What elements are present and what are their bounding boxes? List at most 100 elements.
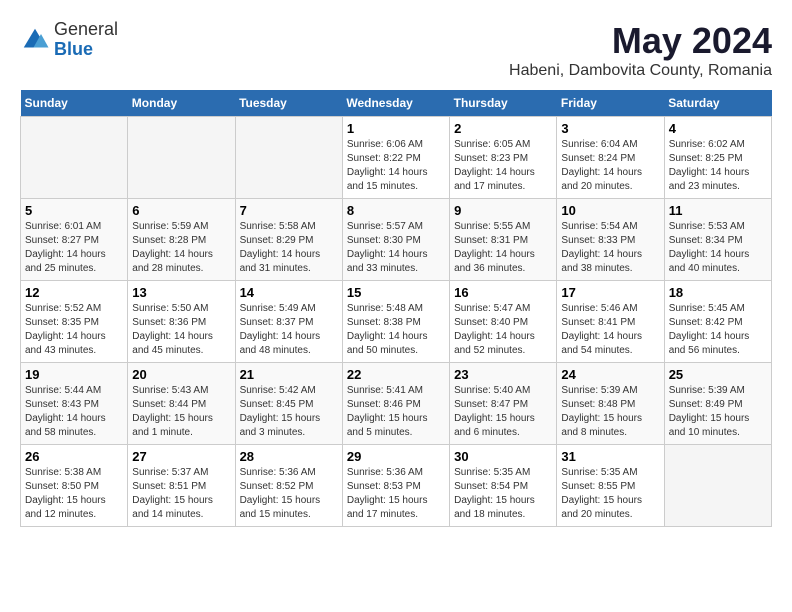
calendar-table: SundayMondayTuesdayWednesdayThursdayFrid… <box>20 90 772 527</box>
calendar-cell: 27 Sunrise: 5:37 AM Sunset: 8:51 PM Dayli… <box>128 445 235 527</box>
calendar-cell: 3Sunrise: 6:04 AM Sunset: 8:24 PM Daylig… <box>557 117 664 199</box>
day-info: Sunrise: 5:43 AM Sunset: 8:44 PM Dayligh… <box>132 384 230 440</box>
week-row-3: 12 Sunrise: 5:52 AM Sunset: 8:35 PM Dayli… <box>21 281 772 363</box>
week-row-5: 26 Sunrise: 5:38 AM Sunset: 8:50 PM Dayli… <box>21 445 772 527</box>
calendar-cell: 30 Sunrise: 5:35 AM Sunset: 8:54 PM Dayli… <box>450 445 557 527</box>
day-info: Sunrise: 5:59 AM Sunset: 8:28 PM Dayligh… <box>132 220 230 276</box>
calendar-cell: 13 Sunrise: 5:50 AM Sunset: 8:36 PM Dayli… <box>128 281 235 363</box>
header-day-monday: Monday <box>128 90 235 117</box>
calendar-cell <box>21 117 128 199</box>
calendar-cell: 20Sunrise: 5:43 AM Sunset: 8:44 PM Dayli… <box>128 363 235 445</box>
calendar-cell: 2 Sunrise: 6:05 AM Sunset: 8:23 PM Daylig… <box>450 117 557 199</box>
day-info: Sunrise: 5:57 AM Sunset: 8:30 PM Dayligh… <box>347 220 445 276</box>
calendar-cell: 11 Sunrise: 5:53 AM Sunset: 8:34 PM Dayli… <box>664 199 771 281</box>
day-number: 3 <box>561 121 659 136</box>
title-area: May 2024 Habeni, Dambovita County, Roman… <box>509 20 772 80</box>
day-info: Sunrise: 5:48 AM Sunset: 8:38 PM Dayligh… <box>347 302 445 358</box>
day-info: Sunrise: 5:37 AM Sunset: 8:51 PM Dayligh… <box>132 466 230 522</box>
day-number: 26 <box>25 449 123 464</box>
calendar-cell <box>128 117 235 199</box>
day-info: Sunrise: 5:52 AM Sunset: 8:35 PM Dayligh… <box>25 302 123 358</box>
day-number: 15 <box>347 285 445 300</box>
calendar-cell: 4Sunrise: 6:02 AM Sunset: 8:25 PM Daylig… <box>664 117 771 199</box>
day-info: Sunrise: 6:01 AM Sunset: 8:27 PM Dayligh… <box>25 220 123 276</box>
day-info: Sunrise: 5:40 AM Sunset: 8:47 PM Dayligh… <box>454 384 552 440</box>
day-number: 10 <box>561 203 659 218</box>
calendar-cell: 10 Sunrise: 5:54 AM Sunset: 8:33 PM Dayli… <box>557 199 664 281</box>
week-row-2: 5 Sunrise: 6:01 AM Sunset: 8:27 PM Daylig… <box>21 199 772 281</box>
day-info: Sunrise: 5:35 AM Sunset: 8:54 PM Dayligh… <box>454 466 552 522</box>
calendar-cell: 15 Sunrise: 5:48 AM Sunset: 8:38 PM Dayli… <box>342 281 449 363</box>
logo-blue-text: Blue <box>54 40 118 60</box>
calendar-cell: 5 Sunrise: 6:01 AM Sunset: 8:27 PM Daylig… <box>21 199 128 281</box>
calendar-cell: 24Sunrise: 5:39 AM Sunset: 8:48 PM Dayli… <box>557 363 664 445</box>
calendar-cell: 22 Sunrise: 5:41 AM Sunset: 8:46 PM Dayli… <box>342 363 449 445</box>
logo: General Blue <box>20 20 118 60</box>
day-number: 21 <box>240 367 338 382</box>
calendar-cell: 21Sunrise: 5:42 AM Sunset: 8:45 PM Dayli… <box>235 363 342 445</box>
day-number: 6 <box>132 203 230 218</box>
day-number: 16 <box>454 285 552 300</box>
day-number: 13 <box>132 285 230 300</box>
header-row: SundayMondayTuesdayWednesdayThursdayFrid… <box>21 90 772 117</box>
day-number: 30 <box>454 449 552 464</box>
calendar-cell: 16 Sunrise: 5:47 AM Sunset: 8:40 PM Dayli… <box>450 281 557 363</box>
header-day-sunday: Sunday <box>21 90 128 117</box>
header-day-friday: Friday <box>557 90 664 117</box>
day-info: Sunrise: 5:41 AM Sunset: 8:46 PM Dayligh… <box>347 384 445 440</box>
day-info: Sunrise: 5:39 AM Sunset: 8:49 PM Dayligh… <box>669 384 767 440</box>
day-info: Sunrise: 5:45 AM Sunset: 8:42 PM Dayligh… <box>669 302 767 358</box>
day-info: Sunrise: 5:44 AM Sunset: 8:43 PM Dayligh… <box>25 384 123 440</box>
day-number: 12 <box>25 285 123 300</box>
calendar-cell: 23Sunrise: 5:40 AM Sunset: 8:47 PM Dayli… <box>450 363 557 445</box>
calendar-cell: 7Sunrise: 5:58 AM Sunset: 8:29 PM Daylig… <box>235 199 342 281</box>
calendar-cell: 9 Sunrise: 5:55 AM Sunset: 8:31 PM Daylig… <box>450 199 557 281</box>
calendar-cell: 6 Sunrise: 5:59 AM Sunset: 8:28 PM Daylig… <box>128 199 235 281</box>
day-info: Sunrise: 5:53 AM Sunset: 8:34 PM Dayligh… <box>669 220 767 276</box>
day-number: 31 <box>561 449 659 464</box>
calendar-header: SundayMondayTuesdayWednesdayThursdayFrid… <box>21 90 772 117</box>
day-number: 18 <box>669 285 767 300</box>
header-day-thursday: Thursday <box>450 90 557 117</box>
day-number: 5 <box>25 203 123 218</box>
header-day-wednesday: Wednesday <box>342 90 449 117</box>
day-number: 8 <box>347 203 445 218</box>
calendar-cell: 28Sunrise: 5:36 AM Sunset: 8:52 PM Dayli… <box>235 445 342 527</box>
calendar-body: 1Sunrise: 6:06 AM Sunset: 8:22 PM Daylig… <box>21 117 772 527</box>
calendar-cell <box>664 445 771 527</box>
week-row-1: 1Sunrise: 6:06 AM Sunset: 8:22 PM Daylig… <box>21 117 772 199</box>
day-info: Sunrise: 5:58 AM Sunset: 8:29 PM Dayligh… <box>240 220 338 276</box>
day-info: Sunrise: 5:39 AM Sunset: 8:48 PM Dayligh… <box>561 384 659 440</box>
day-info: Sunrise: 6:06 AM Sunset: 8:22 PM Dayligh… <box>347 138 445 194</box>
day-info: Sunrise: 6:05 AM Sunset: 8:23 PM Dayligh… <box>454 138 552 194</box>
day-info: Sunrise: 6:02 AM Sunset: 8:25 PM Dayligh… <box>669 138 767 194</box>
calendar-cell: 26 Sunrise: 5:38 AM Sunset: 8:50 PM Dayli… <box>21 445 128 527</box>
day-info: Sunrise: 5:36 AM Sunset: 8:52 PM Dayligh… <box>240 466 338 522</box>
day-number: 27 <box>132 449 230 464</box>
day-number: 11 <box>669 203 767 218</box>
day-info: Sunrise: 5:50 AM Sunset: 8:36 PM Dayligh… <box>132 302 230 358</box>
logo-general-text: General <box>54 20 118 40</box>
calendar-cell: 19Sunrise: 5:44 AM Sunset: 8:43 PM Dayli… <box>21 363 128 445</box>
day-number: 22 <box>347 367 445 382</box>
day-info: Sunrise: 5:38 AM Sunset: 8:50 PM Dayligh… <box>25 466 123 522</box>
calendar-cell: 31Sunrise: 5:35 AM Sunset: 8:55 PM Dayli… <box>557 445 664 527</box>
header-day-saturday: Saturday <box>664 90 771 117</box>
day-number: 9 <box>454 203 552 218</box>
header-day-tuesday: Tuesday <box>235 90 342 117</box>
page-header: General Blue May 2024 Habeni, Dambovita … <box>20 20 772 80</box>
calendar-cell: 12 Sunrise: 5:52 AM Sunset: 8:35 PM Dayli… <box>21 281 128 363</box>
day-number: 17 <box>561 285 659 300</box>
day-info: Sunrise: 5:46 AM Sunset: 8:41 PM Dayligh… <box>561 302 659 358</box>
day-number: 2 <box>454 121 552 136</box>
location-subtitle: Habeni, Dambovita County, Romania <box>509 62 772 80</box>
day-number: 25 <box>669 367 767 382</box>
day-info: Sunrise: 5:54 AM Sunset: 8:33 PM Dayligh… <box>561 220 659 276</box>
day-info: Sunrise: 5:47 AM Sunset: 8:40 PM Dayligh… <box>454 302 552 358</box>
logo-text: General Blue <box>54 20 118 60</box>
day-info: Sunrise: 5:55 AM Sunset: 8:31 PM Dayligh… <box>454 220 552 276</box>
day-number: 29 <box>347 449 445 464</box>
day-info: Sunrise: 5:49 AM Sunset: 8:37 PM Dayligh… <box>240 302 338 358</box>
calendar-cell <box>235 117 342 199</box>
calendar-cell: 25 Sunrise: 5:39 AM Sunset: 8:49 PM Dayli… <box>664 363 771 445</box>
